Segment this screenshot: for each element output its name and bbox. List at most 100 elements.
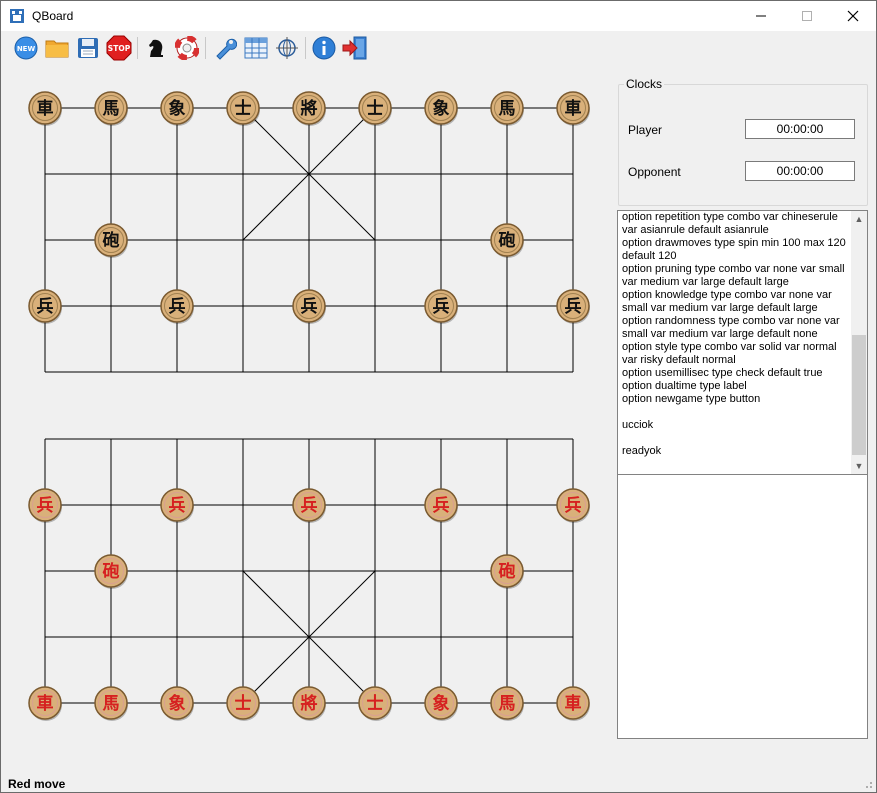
black-piece[interactable]: 兵: [28, 289, 62, 324]
stop-button[interactable]: STOP: [105, 34, 133, 62]
minimize-button[interactable]: [738, 1, 784, 31]
black-piece[interactable]: 士: [358, 91, 392, 126]
black-piece[interactable]: 兵: [424, 289, 458, 324]
red-piece[interactable]: 兵: [556, 488, 590, 523]
piece-label: 士: [367, 98, 384, 119]
red-piece[interactable]: 兵: [424, 488, 458, 523]
piece-label: 象: [169, 98, 186, 119]
red-piece[interactable]: 車: [556, 686, 590, 721]
red-piece[interactable]: 兵: [28, 488, 62, 523]
folder-icon: [45, 40, 69, 58]
engine-button[interactable]: [142, 34, 170, 62]
red-piece[interactable]: 兵: [160, 488, 194, 523]
piece-label: 馬: [103, 694, 120, 714]
clocks-title: Clocks: [624, 77, 665, 91]
black-piece[interactable]: 兵: [292, 289, 326, 324]
piece-label: 兵: [37, 495, 54, 516]
lifebuoy-button[interactable]: [173, 34, 201, 62]
new-icon-label: NEW: [17, 45, 36, 53]
black-piece[interactable]: 兵: [160, 289, 194, 324]
knight-icon: [149, 39, 163, 57]
new-game-button[interactable]: NEW: [12, 34, 40, 62]
piece-label: 士: [235, 693, 252, 714]
about-button[interactable]: [310, 34, 338, 62]
black-piece[interactable]: 象: [160, 91, 194, 126]
floppy-icon: [78, 38, 98, 58]
resize-grip-icon[interactable]: [863, 779, 873, 789]
piece-label: 兵: [565, 296, 582, 317]
red-piece[interactable]: 砲: [94, 554, 128, 589]
board-grid: [44, 107, 574, 704]
black-piece[interactable]: 車: [28, 91, 62, 126]
log-scrollbar[interactable]: ▲ ▼: [851, 211, 867, 474]
status-text: Red move: [8, 777, 66, 791]
piece-label: 馬: [499, 694, 516, 714]
black-piece[interactable]: 砲: [94, 223, 128, 258]
black-piece[interactable]: 將: [292, 91, 326, 126]
black-piece[interactable]: 砲: [490, 223, 524, 258]
piece-label: 兵: [433, 495, 450, 516]
network-button[interactable]: [273, 34, 301, 62]
piece-label: 將: [301, 98, 318, 119]
red-piece[interactable]: 砲: [490, 554, 524, 589]
lifebuoy-icon: [175, 36, 199, 60]
piece-label: 砲: [499, 230, 516, 251]
black-piece[interactable]: 馬: [490, 91, 524, 126]
black-piece[interactable]: 車: [556, 91, 590, 126]
info-icon: [312, 36, 336, 60]
piece-label: 馬: [103, 99, 120, 119]
toolbar: NEW STOP: [1, 31, 876, 65]
red-piece[interactable]: 士: [358, 686, 392, 721]
move-list[interactable]: [617, 474, 868, 739]
red-piece[interactable]: 士: [226, 686, 260, 721]
player-clock: 00:00:00: [745, 119, 855, 139]
open-button[interactable]: [43, 34, 71, 62]
table-icon: [244, 37, 268, 59]
scroll-up-icon[interactable]: ▲: [851, 211, 867, 227]
app-icon: [10, 9, 24, 23]
exit-button[interactable]: [341, 34, 369, 62]
piece-label: 象: [433, 693, 450, 714]
exit-icon: [342, 36, 367, 60]
red-piece[interactable]: 象: [424, 686, 458, 721]
toolbar-separator: [137, 37, 138, 59]
clocks-group: [618, 84, 868, 206]
close-button[interactable]: [830, 1, 876, 31]
engine-log[interactable]: option repetition type combo var chinese…: [617, 210, 868, 475]
black-piece[interactable]: 馬: [94, 91, 128, 126]
title-bar: QBoard: [1, 1, 876, 31]
scroll-thumb[interactable]: [852, 335, 866, 455]
black-piece[interactable]: 兵: [556, 289, 590, 324]
table-button[interactable]: [242, 34, 270, 62]
piece-label: 馬: [499, 99, 516, 119]
piece-label: 士: [235, 98, 252, 119]
piece-label: 車: [37, 98, 54, 119]
maximize-button[interactable]: [784, 1, 830, 31]
black-piece[interactable]: 象: [424, 91, 458, 126]
scroll-down-icon[interactable]: ▼: [851, 458, 867, 474]
black-piece[interactable]: 士: [226, 91, 260, 126]
piece-label: 將: [301, 693, 318, 714]
save-button[interactable]: [74, 34, 102, 62]
toolbar-separator: [205, 37, 206, 59]
red-piece[interactable]: 象: [160, 686, 194, 721]
piece-label: 兵: [565, 495, 582, 516]
piece-label: 兵: [37, 296, 54, 317]
piece-label: 車: [565, 98, 582, 119]
settings-button[interactable]: [211, 34, 239, 62]
red-piece[interactable]: 兵: [292, 488, 326, 523]
window-title: QBoard: [32, 9, 74, 23]
xiangqi-board[interactable]: 車馬象士將士象馬車砲 砲兵兵兵兵兵兵兵兵兵兵砲 砲車馬象士將士象馬車: [1, 65, 611, 775]
red-piece[interactable]: 將: [292, 686, 326, 721]
piece-label: 兵: [169, 495, 186, 516]
piece-label: 車: [37, 693, 54, 714]
piece-label: 兵: [169, 296, 186, 317]
stop-icon-label: STOP: [108, 44, 131, 53]
network-icon: [276, 37, 298, 59]
piece-label: 砲: [499, 561, 516, 582]
red-piece[interactable]: 馬: [490, 686, 524, 721]
toolbar-separator: [305, 37, 306, 59]
new-icon: NEW: [14, 36, 38, 60]
red-piece[interactable]: 馬: [94, 686, 128, 721]
red-piece[interactable]: 車: [28, 686, 62, 721]
